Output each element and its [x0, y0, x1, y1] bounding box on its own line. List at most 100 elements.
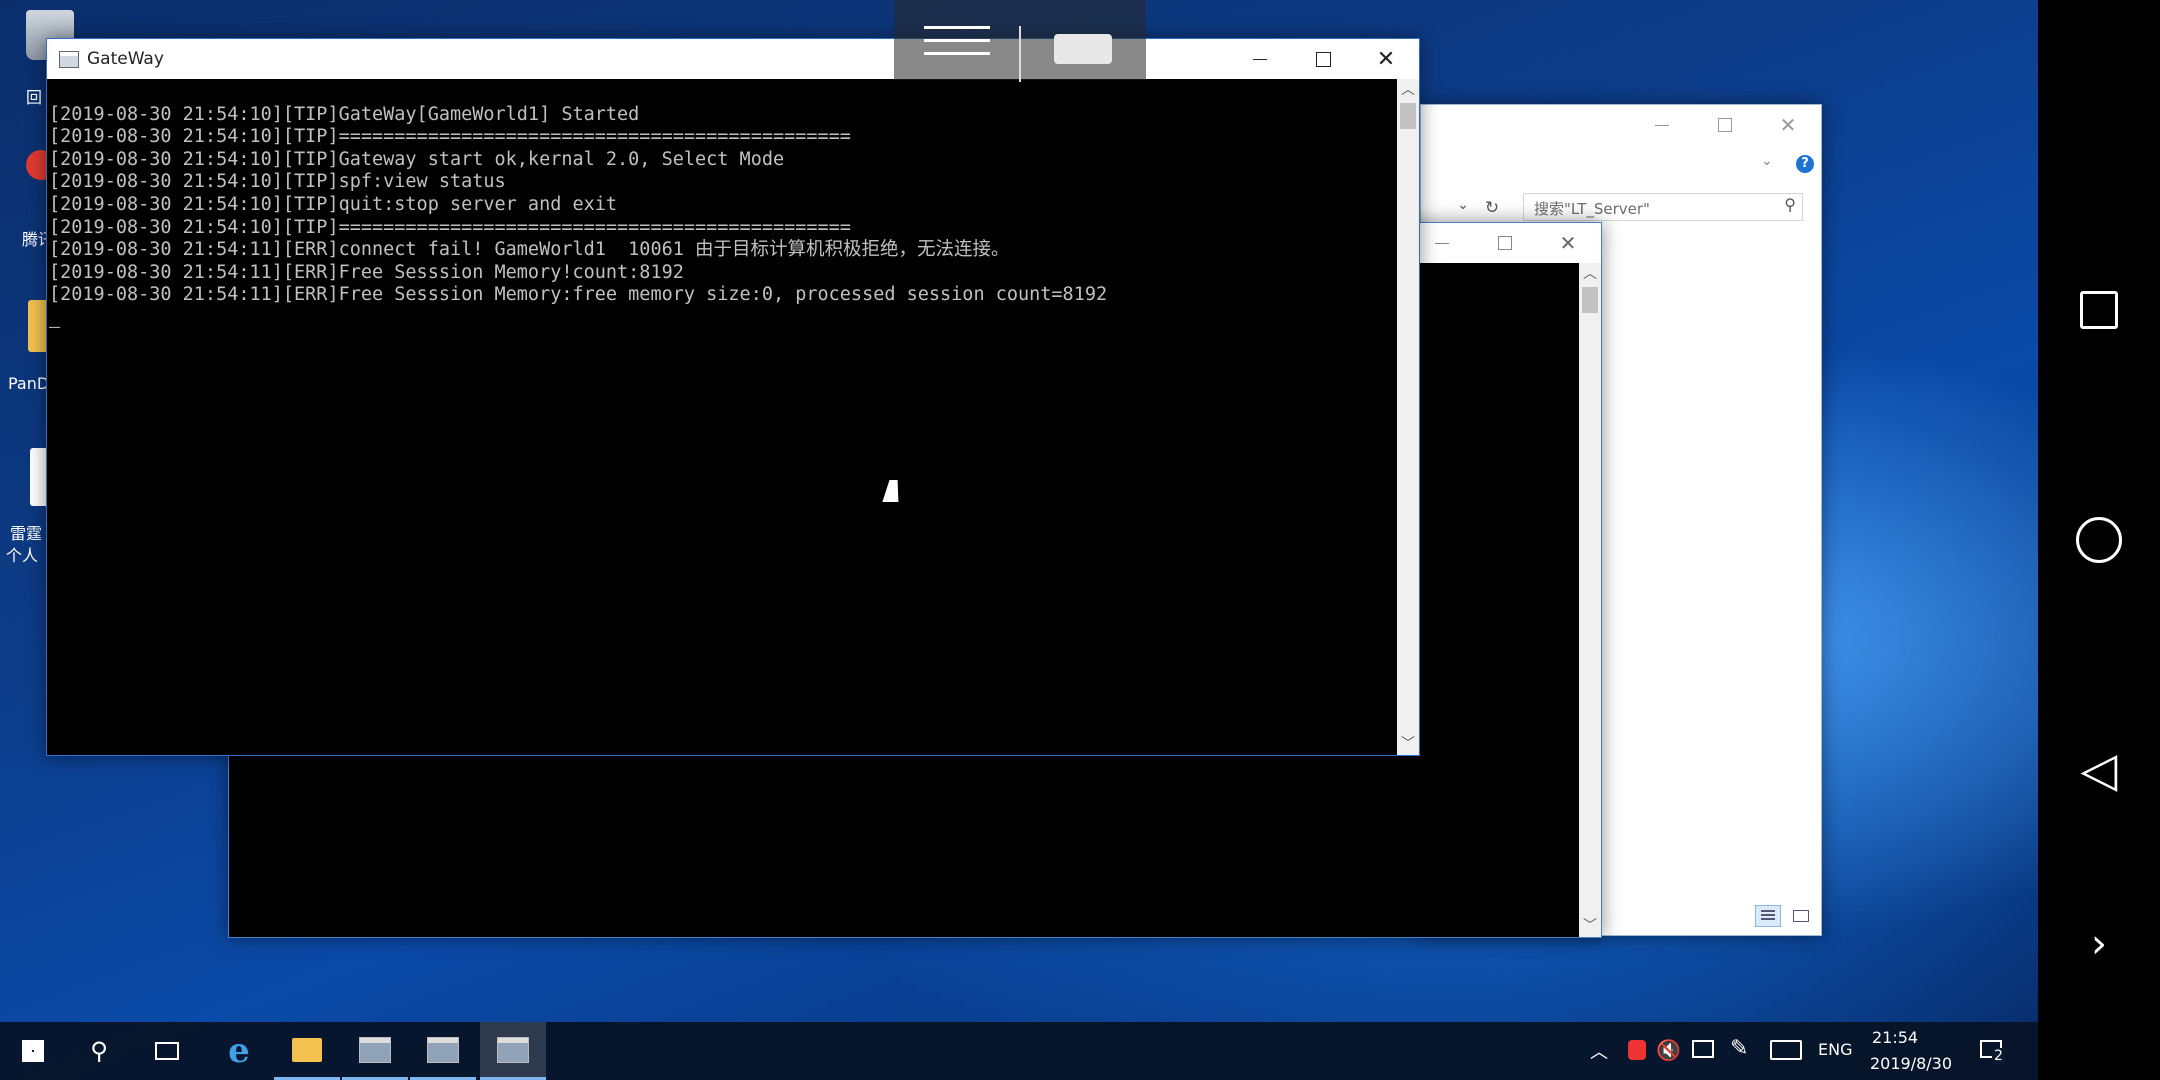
- details-view-button[interactable]: [1755, 905, 1781, 927]
- search-input[interactable]: 搜索"LT_Server": [1534, 198, 1650, 219]
- pen-button[interactable]: ✎: [1730, 1036, 1748, 1061]
- expand-ribbon-button[interactable]: ⌄: [1761, 153, 1773, 169]
- console-line: [2019-08-30 21:54:10][TIP]GateWay[GameWo…: [49, 103, 640, 125]
- console-line: [2019-08-30 21:54:11][ERR]Free Sesssion …: [49, 261, 684, 283]
- chevron-down-icon: ﹀: [1583, 918, 1597, 934]
- close-button[interactable]: ✕: [1355, 39, 1417, 79]
- start-button[interactable]: [0, 1022, 66, 1080]
- desktop-icon-label: 回: [26, 88, 43, 107]
- scroll-up-button[interactable]: ︿: [1397, 79, 1419, 101]
- scroll-up-button[interactable]: ︿: [1579, 263, 1601, 285]
- gateway-titlebar[interactable]: GateWay ✕: [47, 39, 1419, 79]
- remote-menu-button[interactable]: [914, 14, 1004, 66]
- minimize-button[interactable]: [1411, 223, 1473, 263]
- maximize-button[interactable]: [1474, 223, 1536, 263]
- chevron-down-icon: ⌄: [1457, 197, 1469, 213]
- keyboard-icon: [1054, 34, 1112, 64]
- tray-app-icon[interactable]: [1628, 1040, 1646, 1060]
- console-line: [2019-08-30 21:54:10][TIP]quit:stop serv…: [49, 193, 618, 215]
- scroll-thumb[interactable]: [1582, 287, 1598, 313]
- chevron-down-icon: ⌄: [1761, 153, 1773, 169]
- desktop-icon-label: 个人: [6, 546, 39, 565]
- taskbar-console-3[interactable]: [480, 1022, 546, 1080]
- console-scrollbar[interactable]: ︿ ﹀: [1397, 79, 1419, 755]
- chevron-up-icon: ︿: [1590, 1042, 1608, 1063]
- taskbar-file-explorer[interactable]: [274, 1022, 340, 1080]
- clock-time[interactable]: 21:54: [1872, 1028, 1918, 1047]
- console-text: [2019-08-30 21:54:10][TIP]GateWay[GameWo…: [49, 81, 1107, 330]
- help-button[interactable]: ?: [1796, 155, 1814, 173]
- desktop-icon-label: 雷霆: [10, 524, 43, 543]
- refresh-button[interactable]: ↻: [1479, 195, 1505, 221]
- search-box[interactable]: 搜索"LT_Server" ⚲: [1523, 193, 1803, 221]
- desktop: 回 腾讯 PanD 雷霆 个人 ✕ ⌄ ? ⌄ ↻ 搜索"LT_Server" …: [0, 0, 2038, 1080]
- folder-icon: [292, 1037, 322, 1062]
- remote-toolbar: [894, 0, 1146, 82]
- console-line: [2019-08-30 21:54:11][ERR]Free Sesssion …: [49, 284, 1108, 306]
- maximize-button[interactable]: [1292, 39, 1354, 79]
- second-console-scrollbar[interactable]: ︿ ﹀: [1579, 263, 1601, 937]
- console-app-icon: [427, 1036, 459, 1063]
- input-language[interactable]: ENG: [1818, 1040, 1852, 1059]
- help-icon: ?: [1801, 156, 1809, 171]
- taskbar-console-2[interactable]: [410, 1022, 476, 1080]
- address-dropdown[interactable]: ⌄: [1451, 197, 1475, 219]
- square-icon: [2080, 291, 2118, 329]
- internet-explorer-icon: e: [228, 1031, 250, 1071]
- chevron-up-icon: ︿: [1583, 266, 1597, 282]
- back-button[interactable]: ◁: [2038, 742, 2160, 798]
- large-icons-view-button[interactable]: [1789, 905, 1813, 927]
- close-button[interactable]: ✕: [1537, 223, 1599, 263]
- close-icon: ✕: [1559, 231, 1577, 255]
- minimize-button[interactable]: [1631, 105, 1693, 145]
- maximize-icon: [1718, 118, 1732, 132]
- volume-muted-button[interactable]: 🔇: [1656, 1038, 1681, 1062]
- console-app-icon: [359, 1036, 391, 1063]
- console-line: [2019-08-30 21:54:10][TIP]Gateway start …: [49, 148, 785, 170]
- console-app-icon: [59, 51, 79, 68]
- android-nav-bar: ◁ ›: [2038, 0, 2160, 1080]
- clock-date[interactable]: 2019/8/30: [1870, 1054, 1952, 1073]
- chevron-up-icon: ︿: [1401, 82, 1415, 98]
- chevron-down-icon: ﹀: [1401, 736, 1415, 752]
- console-line: [2019-08-30 21:54:11][ERR]connect fail! …: [49, 239, 1010, 261]
- task-view-button[interactable]: [134, 1022, 200, 1080]
- gateway-window[interactable]: GateWay ✕ [2019-08-30 21:54:10][TIP]Gate…: [46, 38, 1420, 756]
- notification-count-badge: 2: [1992, 1048, 2005, 1064]
- explorer-titlebar[interactable]: ✕: [1421, 105, 1821, 145]
- scroll-thumb[interactable]: [1400, 103, 1416, 129]
- console-cursor: _: [49, 306, 61, 328]
- remote-keyboard-button[interactable]: [1050, 26, 1118, 70]
- taskbar-ie[interactable]: e: [206, 1022, 272, 1080]
- show-hidden-icons-button[interactable]: ︿: [1590, 1038, 1608, 1064]
- home-button[interactable]: [2038, 512, 2160, 568]
- maximize-button[interactable]: [1694, 105, 1756, 145]
- recents-button[interactable]: [2038, 282, 2160, 338]
- console-app-icon: [497, 1036, 529, 1063]
- action-center-button[interactable]: 2: [1978, 1036, 2008, 1066]
- pen-icon: ✎: [1730, 1036, 1749, 1061]
- back-triangle-icon: ◁: [2080, 742, 2118, 798]
- network-button[interactable]: [1692, 1040, 1714, 1058]
- taskbar: ⚲ e ︿ 🔇 ✎ ENG 21:54 2019/8/30 2: [0, 1022, 2038, 1080]
- refresh-icon: ↻: [1484, 198, 1500, 218]
- window-title: GateWay: [87, 49, 164, 69]
- scroll-down-button[interactable]: ﹀: [1579, 915, 1601, 937]
- chevron-right-icon: ›: [2091, 921, 2107, 967]
- search-button[interactable]: ⚲: [66, 1022, 132, 1080]
- touch-keyboard-button[interactable]: [1770, 1040, 1802, 1060]
- taskbar-console-1[interactable]: [342, 1022, 408, 1080]
- circle-icon: [2076, 517, 2122, 563]
- minimize-button[interactable]: [1229, 39, 1291, 79]
- task-view-icon: [155, 1042, 179, 1060]
- expand-button[interactable]: ›: [2038, 916, 2160, 972]
- details-view-icon: [1761, 910, 1775, 922]
- console-output[interactable]: [2019-08-30 21:54:10][TIP]GateWay[GameWo…: [47, 79, 1397, 755]
- minimize-icon: [1253, 58, 1267, 60]
- scroll-down-button[interactable]: ﹀: [1397, 733, 1419, 755]
- console-line: [2019-08-30 21:54:10][TIP]spf:view statu…: [49, 171, 506, 193]
- large-icons-view-icon: [1793, 910, 1809, 922]
- close-icon: ✕: [1779, 113, 1797, 137]
- windows-logo-icon: [22, 1040, 44, 1062]
- close-button[interactable]: ✕: [1757, 105, 1819, 145]
